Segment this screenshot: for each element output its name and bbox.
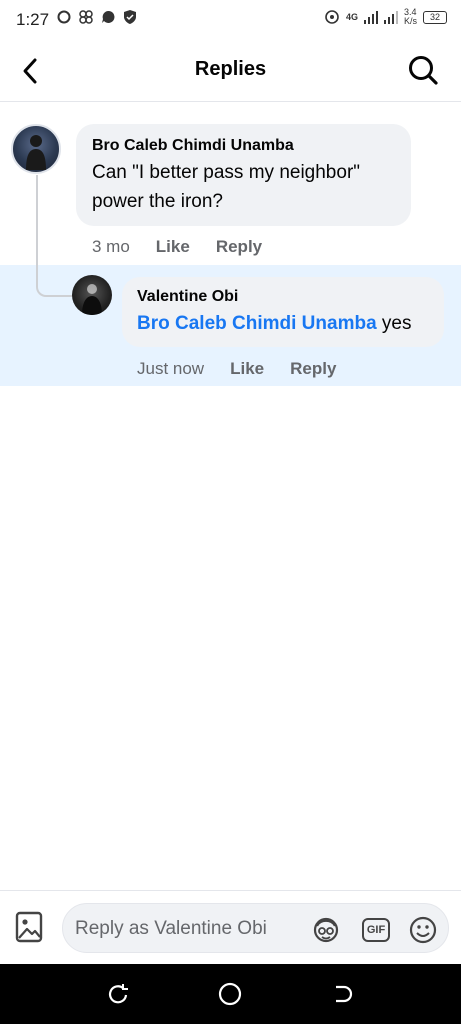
battery-icon: 32	[423, 10, 447, 24]
chat-bubble-icon	[102, 10, 115, 23]
fan-icon	[79, 10, 93, 24]
comment-text-line2: power the iron?	[92, 191, 223, 212]
network-type: 4G	[345, 12, 358, 22]
status-bar: 1:27 4G 3.4 K/s 32	[0, 0, 461, 40]
comment-reply-button[interactable]: Reply	[216, 237, 262, 257]
reply-composer: GIF	[0, 890, 461, 964]
back-nav-button[interactable]	[328, 980, 356, 1008]
person-silhouette-icon	[82, 284, 102, 315]
gif-button[interactable]: GIF	[361, 915, 391, 945]
avatar-sticker-button[interactable]	[311, 915, 341, 945]
reply-avatar[interactable]	[72, 275, 112, 315]
reply-body: yes	[376, 313, 412, 334]
recents-button[interactable]	[104, 980, 132, 1008]
avatar-sticker-icon	[313, 917, 339, 943]
reply-input[interactable]	[75, 917, 305, 941]
sync-icon	[57, 10, 71, 24]
status-time: 1:27	[16, 10, 50, 29]
page-title: Replies	[194, 58, 267, 80]
search-button[interactable]	[405, 52, 441, 88]
app-header: Replies	[0, 40, 461, 102]
signal-icon	[363, 11, 378, 24]
home-icon	[218, 982, 242, 1006]
avatar[interactable]	[11, 124, 61, 174]
reply-input-container[interactable]: GIF	[62, 903, 449, 953]
shield-icon	[124, 10, 136, 24]
comment-like-button[interactable]: Like	[156, 237, 190, 257]
photo-button[interactable]	[14, 909, 48, 945]
reply-meta: Just now Like Reply	[137, 359, 362, 379]
photo-icon	[15, 911, 43, 943]
reply-reply-button[interactable]: Reply	[290, 359, 336, 379]
system-nav-bar	[0, 964, 461, 1024]
hotspot-icon	[325, 10, 339, 24]
person-silhouette-icon	[26, 135, 46, 170]
reply-timestamp: Just now	[137, 359, 205, 378]
search-icon	[409, 56, 438, 85]
gif-icon: GIF	[362, 918, 390, 942]
comment-text-line1: Can "I better pass my neighbor"	[92, 162, 361, 183]
emoji-icon	[409, 916, 437, 944]
back-nav-icon	[336, 985, 353, 1003]
reply-mention-link[interactable]: Bro Caleb Chimdi Unamba	[137, 313, 377, 334]
thread-connector	[36, 175, 74, 297]
signal-icon-2	[383, 11, 398, 24]
comment-meta: 3 mo Like Reply	[92, 237, 288, 257]
home-button[interactable]	[216, 980, 244, 1008]
reply-text: Bro Caleb Chimdi Unamba yes	[137, 310, 412, 338]
comment-timestamp: 3 mo	[92, 237, 130, 256]
reply-author[interactable]: Valentine Obi	[137, 288, 238, 306]
recents-icon	[108, 984, 128, 1004]
emoji-button[interactable]	[408, 915, 438, 945]
net-speed: 3.4 K/s	[403, 7, 417, 26]
reply-like-button[interactable]: Like	[230, 359, 264, 379]
comment-author[interactable]: Bro Caleb Chimdi Unamba	[92, 137, 294, 155]
